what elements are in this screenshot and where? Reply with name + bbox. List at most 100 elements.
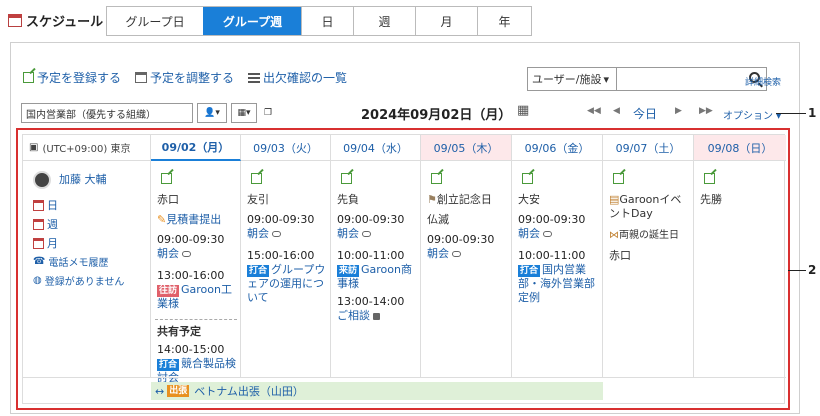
callout-2: 2 <box>808 263 817 277</box>
month-calendar-icon <box>33 237 44 249</box>
meeting-tag: 打合 <box>247 265 270 277</box>
event-icon: ▤ <box>609 193 620 206</box>
add-schedule-icon[interactable] <box>613 173 624 184</box>
schedule-item[interactable]: 13:00-14:00 ご相談 <box>337 295 417 323</box>
holiday-label: ⚑創立記念日 <box>427 193 492 206</box>
next-day-button[interactable]: ▶ <box>675 106 682 116</box>
repeat-icon <box>272 231 281 237</box>
day-header-4[interactable]: 09/06（金） <box>512 135 603 161</box>
visit-tag: 往訪 <box>157 285 180 297</box>
user-icon: 👤▾ <box>204 108 220 118</box>
view-tabs: グループ日 グループ週 日 週 月 年 <box>106 6 532 36</box>
date-picker-icon[interactable]: ▦ <box>517 103 529 118</box>
callout-line-1 <box>776 113 806 114</box>
attendance-status-icon: ◍ <box>33 275 42 286</box>
app-title: スケジュール <box>8 11 103 30</box>
day-header-0[interactable]: 09/02（月） <box>151 135 241 161</box>
repeat-icon <box>182 251 191 257</box>
rokuyo-label: 赤口 <box>157 193 179 206</box>
user-select-button[interactable]: 👤▾ <box>197 103 227 123</box>
tab-group-week[interactable]: グループ週 <box>203 7 301 35</box>
tab-group-day[interactable]: グループ日 <box>107 7 203 35</box>
schedule-item[interactable]: 09:00-09:30 朝会 <box>157 233 237 261</box>
day-column-3: ⚑創立記念日 仏滅 09:00-09:30 朝会 <box>421 161 512 377</box>
grid-icon: ▦▾ <box>237 108 251 118</box>
tab-day[interactable]: 日 <box>301 7 353 35</box>
prev-day-button[interactable]: ◀ <box>613 106 620 116</box>
attendance-list-link[interactable]: 出欠確認の一覧 <box>248 69 347 86</box>
user-menu-week[interactable]: 週 <box>33 216 58 232</box>
shared-schedule-label: 共有予定 <box>157 325 201 338</box>
rokuyo-label: 先勝 <box>700 193 722 206</box>
week-calendar-icon <box>33 218 44 230</box>
tab-week[interactable]: 週 <box>353 7 415 35</box>
chevron-down-icon: ▾ <box>603 72 610 86</box>
day-header-3[interactable]: 09/05（木） <box>421 135 512 161</box>
user-column: 加藤 大輔 日 週 月 ☎ 電話メモ履歴 ◍ 登録がありません <box>23 161 151 377</box>
next-week-button[interactable]: ▶▶ <box>699 106 713 116</box>
add-schedule-icon[interactable] <box>704 173 715 184</box>
day-calendar-icon <box>33 199 44 211</box>
birthday-label: ⋈両親の誕生日 <box>609 230 679 241</box>
multi-day-row: ↔ 出張 ベトナム出張（山田） <box>23 377 786 403</box>
adjust-schedule-link[interactable]: 予定を調整する <box>135 69 234 86</box>
user-menu-month[interactable]: 月 <box>33 235 58 251</box>
todo-item[interactable]: ✎見積書提出 <box>157 213 221 227</box>
schedule-item[interactable]: 10:00-11:00 打合 国内営業部・海外営業部定例 <box>518 249 600 305</box>
day-column-1: 友引 09:00-09:30 朝会 15:00-16:00 打合 グループウェアの… <box>241 161 331 377</box>
divider <box>155 319 237 320</box>
schedule-item[interactable]: 09:00-09:30 朝会 <box>337 213 417 241</box>
day-header-6[interactable]: 09/08（日） <box>694 135 786 161</box>
search-category-select[interactable]: ユーザー/施設 ▾ <box>527 67 617 91</box>
day-header-5[interactable]: 09/07（土） <box>603 135 694 161</box>
add-schedule-icon[interactable] <box>251 173 262 184</box>
add-schedule-icon[interactable] <box>341 173 352 184</box>
popup-window-button[interactable]: ❐ <box>261 103 275 123</box>
edit-icon <box>23 72 34 83</box>
tab-month[interactable]: 月 <box>415 7 477 35</box>
prev-week-button[interactable]: ◀◀ <box>587 106 601 116</box>
rokuyo-label: 先負 <box>337 193 359 206</box>
trip-tag: 出張 <box>167 385 190 397</box>
schedule-item[interactable]: 13:00-16:00 往訪 Garoon工業様 <box>157 269 239 311</box>
ribbon-icon: ⋈ <box>609 230 619 241</box>
tab-year[interactable]: 年 <box>477 7 531 35</box>
add-schedule-icon[interactable] <box>431 173 442 184</box>
schedule-item[interactable]: 09:00-09:30 朝会 <box>427 233 507 261</box>
schedule-item[interactable]: 15:00-16:00 打合 グループウェアの運用について <box>247 249 329 305</box>
todo-icon: ✎ <box>157 213 167 226</box>
register-schedule-link[interactable]: 予定を登録する <box>23 69 121 86</box>
user-menu-phone-memo[interactable]: ☎ 電話メモ履歴 <box>33 254 108 269</box>
add-schedule-icon[interactable] <box>522 173 533 184</box>
avatar[interactable] <box>33 171 51 189</box>
schedule-item[interactable]: 09:00-09:30 朝会 <box>518 213 598 241</box>
visit-in-tag: 来訪 <box>337 265 360 277</box>
detail-search-link[interactable]: 詳細検索 <box>745 75 781 88</box>
user-menu-day[interactable]: 日 <box>33 197 58 213</box>
today-button[interactable]: 今日 <box>633 105 657 122</box>
banner-event[interactable]: ↔ 出張 ベトナム出張（山田） <box>151 382 603 400</box>
day-header-2[interactable]: 09/04（水） <box>331 135 421 161</box>
schedule-grid: ▣ (UTC+09:00) 東京 09/02（月） 09/03（火） 09/04… <box>22 134 786 404</box>
day-header-1[interactable]: 09/03（火） <box>241 135 331 161</box>
schedule-item[interactable]: 10:00-11:00 来訪 Garoon商事様 <box>337 249 419 291</box>
calendar-adjust-icon <box>135 72 148 83</box>
callout-1: 1 <box>808 106 817 120</box>
calendar-icon <box>8 14 22 27</box>
schedule-panel: 予定を登録する 予定を調整する 出欠確認の一覧 ユーザー/施設 ▾ 詳細検索 国… <box>10 42 800 414</box>
day-column-5: ▤GaroonイベントDay ⋈両親の誕生日 赤口 <box>603 161 694 377</box>
day-column-4: 大安 09:00-09:30 朝会 10:00-11:00 打合 国内営業部・海外… <box>512 161 603 377</box>
day-column-0: 赤口 ✎見積書提出 09:00-09:30 朝会 13:00-16:00 往訪 G… <box>151 161 241 384</box>
rokuyo-label: 大安 <box>518 193 540 206</box>
option-menu[interactable]: オプション ▾ <box>723 107 781 122</box>
user-menu-no-registration[interactable]: ◍ 登録がありません <box>33 273 124 288</box>
schedule-item[interactable]: 09:00-09:30 朝会 <box>247 213 327 241</box>
add-schedule-icon[interactable] <box>161 173 172 184</box>
schedule-grid-highlight: ▣ (UTC+09:00) 東京 09/02（月） 09/03（火） 09/04… <box>16 128 790 410</box>
rokuyo-label: 仏滅 <box>427 213 449 226</box>
user-name-link[interactable]: 加藤 大輔 <box>59 171 107 187</box>
phone-icon: ☎ <box>33 256 46 267</box>
view-mode-button[interactable]: ▦▾ <box>231 103 257 123</box>
group-select[interactable]: 国内営業部（優先する組織） <box>21 103 193 123</box>
repeat-icon <box>362 231 371 237</box>
